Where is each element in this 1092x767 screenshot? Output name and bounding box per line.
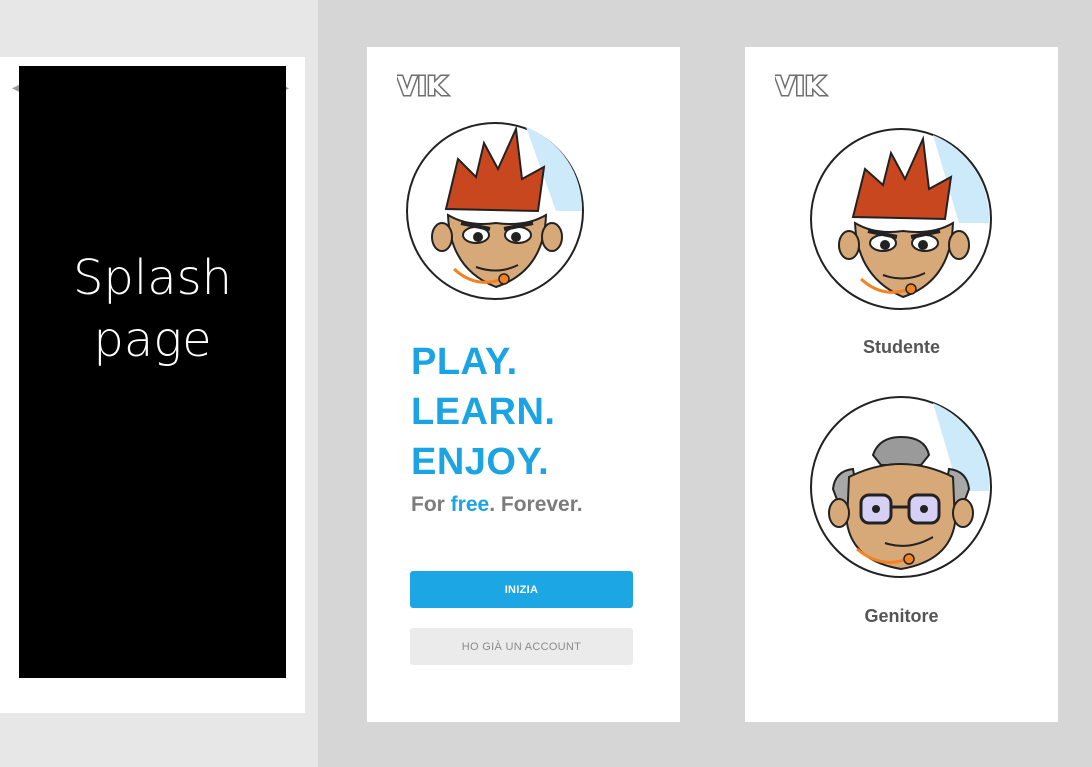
slogan-line-play: PLAY. bbox=[411, 341, 518, 383]
role-label-student[interactable]: Studente bbox=[745, 337, 1058, 358]
parent-avatar-icon[interactable] bbox=[809, 393, 993, 587]
role-label-parent[interactable]: Genitore bbox=[745, 606, 1058, 627]
role-selection-screen: VIK Studente Genitore bbox=[745, 47, 1058, 722]
tagline-prefix: For bbox=[411, 493, 451, 516]
vik-logo: VIK bbox=[775, 71, 827, 99]
start-button[interactable]: INIZIA bbox=[410, 571, 633, 608]
splash-heading-line2: page bbox=[93, 312, 212, 368]
slogan: PLAY. LEARN. ENJOY. bbox=[411, 337, 555, 487]
tagline-suffix: . Forever. bbox=[489, 493, 583, 516]
have-account-button[interactable]: HO GIÀ UN ACCOUNT bbox=[410, 628, 633, 665]
slogan-line-learn: LEARN. bbox=[411, 391, 556, 433]
splash-screen: ◂ ▸ Splash page bbox=[0, 57, 305, 713]
splash-placeholder: Splash page bbox=[19, 66, 286, 678]
svg-text:VIK: VIK bbox=[775, 72, 826, 99]
tagline: For free. Forever. bbox=[411, 493, 583, 517]
tagline-accent: free bbox=[450, 493, 490, 516]
svg-text:VIK: VIK bbox=[397, 72, 448, 99]
student-avatar-icon bbox=[406, 119, 588, 301]
splash-heading: Splash page bbox=[73, 247, 232, 371]
vik-logo: VIK bbox=[397, 71, 449, 99]
student-avatar-icon[interactable] bbox=[809, 127, 993, 311]
splash-heading-line1: Splash bbox=[72, 250, 233, 306]
slogan-line-enjoy: ENJOY. bbox=[411, 441, 550, 483]
welcome-screen: VIK PLAY. LEARN. ENJOY. For free. Foreve… bbox=[367, 47, 680, 722]
